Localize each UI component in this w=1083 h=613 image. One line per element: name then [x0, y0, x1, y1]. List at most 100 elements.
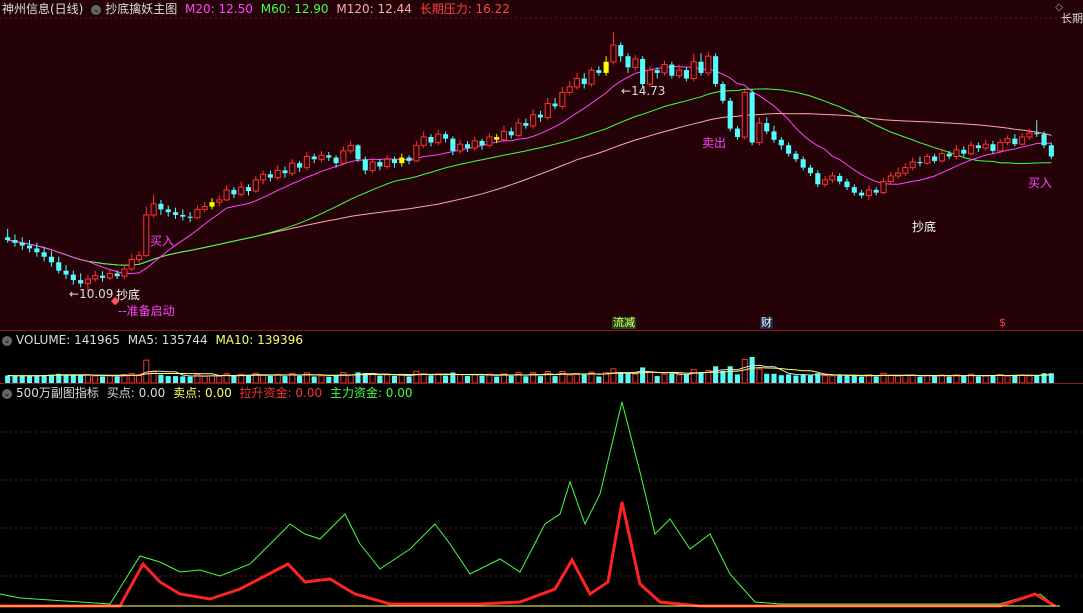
- candle-body: [837, 175, 843, 182]
- candle-body: [128, 259, 135, 270]
- candle-body: [464, 144, 471, 149]
- volume-bar: [800, 374, 806, 383]
- indicator-name[interactable]: 抄底擒妖主图: [105, 2, 177, 16]
- main-fund-line: [0, 401, 1056, 607]
- candle-body: [1004, 138, 1011, 144]
- volume-bar: [413, 370, 420, 383]
- ready-signal: --准备启动: [118, 304, 175, 318]
- candle-body: [435, 133, 442, 144]
- high-price-label: ←14.73: [621, 84, 666, 98]
- candle-body: [413, 144, 420, 162]
- candle-body: [661, 64, 668, 74]
- indicator-title[interactable]: 500万副图指标: [16, 386, 99, 400]
- volume-bar: [676, 374, 683, 383]
- volume-bar: [669, 373, 675, 383]
- candle-body: [428, 136, 434, 143]
- volume-bar: [829, 375, 836, 383]
- candle-body: [443, 134, 449, 139]
- volume-bar: [786, 374, 792, 383]
- candle-body: [924, 155, 931, 164]
- volume-bar: [618, 372, 624, 383]
- volume-bar: [1026, 375, 1033, 383]
- candle-body: [5, 237, 11, 241]
- volume-bar: [84, 374, 91, 383]
- candle-body: [705, 55, 712, 74]
- main-header: 神州信息(日线) ⌄ 抄底擒妖主图 M20: 12.50 M60: 12.90 M…: [2, 1, 514, 17]
- candle-body: [406, 157, 412, 161]
- volume-bar: [880, 372, 887, 383]
- candle-body: [78, 280, 84, 284]
- candle-body: [384, 158, 391, 167]
- candle-body: [340, 150, 347, 164]
- volume-bar: [216, 375, 223, 383]
- indicator-header: ⌄ 500万副图指标 买点: 0.00 卖点: 0.00 拉升资金: 0.00 主…: [2, 385, 417, 401]
- volume-bar: [5, 375, 11, 383]
- candle-body: [588, 69, 595, 85]
- main-chart-panel[interactable]: 神州信息(日线) ⌄ 抄底擒妖主图 M20: 12.50 M60: 12.90 M…: [0, 0, 1083, 330]
- event-marker-finance[interactable]: 财: [760, 317, 773, 329]
- volume-bar: [961, 376, 967, 383]
- candle-body: [756, 122, 763, 144]
- candle-body: [887, 175, 894, 183]
- long-pressure-label: 长期压力: 16.22: [419, 2, 510, 16]
- volume-bar: [1012, 375, 1018, 383]
- candle-body: [391, 159, 398, 164]
- volume-bar: [610, 368, 617, 383]
- vol-ma5-label: MA5: 135744: [127, 333, 208, 347]
- volume-bar: [654, 376, 660, 383]
- candle-body: [873, 189, 879, 193]
- volume-bar: [384, 374, 391, 383]
- candle-body: [347, 144, 354, 152]
- volume-bar: [12, 375, 18, 383]
- candle-body: [566, 86, 573, 93]
- collapse-icon[interactable]: ⌄: [91, 4, 102, 15]
- volume-bar: [924, 374, 931, 383]
- volume-bar: [822, 375, 829, 383]
- volume-bar: [201, 375, 208, 383]
- volume-bar: [566, 374, 573, 383]
- collapse-icon[interactable]: ⌄: [2, 335, 12, 346]
- volume-bar: [932, 376, 938, 383]
- candle-body: [457, 143, 464, 152]
- candle-body: [56, 262, 62, 271]
- candle-body: [880, 181, 887, 194]
- event-marker-flow[interactable]: 流减: [612, 317, 636, 329]
- volume-bar: [632, 373, 639, 383]
- candle-body: [727, 100, 733, 129]
- candle-body: [968, 144, 975, 155]
- candle-body: [800, 159, 806, 168]
- indicator-panel[interactable]: ⌄ 500万副图指标 买点: 0.00 卖点: 0.00 拉升资金: 0.00 主…: [0, 384, 1083, 613]
- candle-body: [807, 167, 814, 174]
- candle-body: [581, 78, 587, 85]
- volume-label: VOLUME: 141965: [16, 333, 120, 347]
- candle-body: [399, 157, 405, 164]
- candle-body: [764, 123, 770, 132]
- volume-bar: [756, 368, 763, 383]
- candle-body: [114, 273, 120, 277]
- candle-body: [121, 268, 128, 277]
- buy-signal-2: 买入: [1028, 176, 1053, 190]
- candlestick-chart[interactable]: [0, 0, 1083, 330]
- candle-body: [180, 214, 186, 217]
- collapse-icon[interactable]: ⌄: [2, 388, 12, 399]
- volume-bar: [63, 375, 69, 383]
- candle-body: [238, 186, 245, 195]
- event-marker-dollar[interactable]: $: [998, 317, 1007, 329]
- candle-body: [318, 154, 325, 160]
- volume-bar: [990, 374, 996, 383]
- candle-body: [158, 203, 164, 210]
- candle-body: [618, 45, 624, 57]
- candle-body: [822, 179, 829, 185]
- volume-bar: [909, 374, 916, 383]
- volume-bar: [646, 371, 653, 383]
- diamond-icon[interactable]: ◇: [1055, 2, 1063, 13]
- candle-body: [289, 162, 296, 174]
- candle-body: [1048, 145, 1054, 157]
- candle-body: [297, 163, 303, 168]
- volume-panel[interactable]: ⌄ VOLUME: 141965 MA5: 135744 MA10: 139396: [0, 331, 1083, 383]
- candle-body: [282, 170, 288, 174]
- indicator-chart[interactable]: [0, 384, 1083, 613]
- candle-body: [187, 216, 193, 218]
- candle-body: [946, 153, 952, 157]
- candle-body: [778, 139, 784, 146]
